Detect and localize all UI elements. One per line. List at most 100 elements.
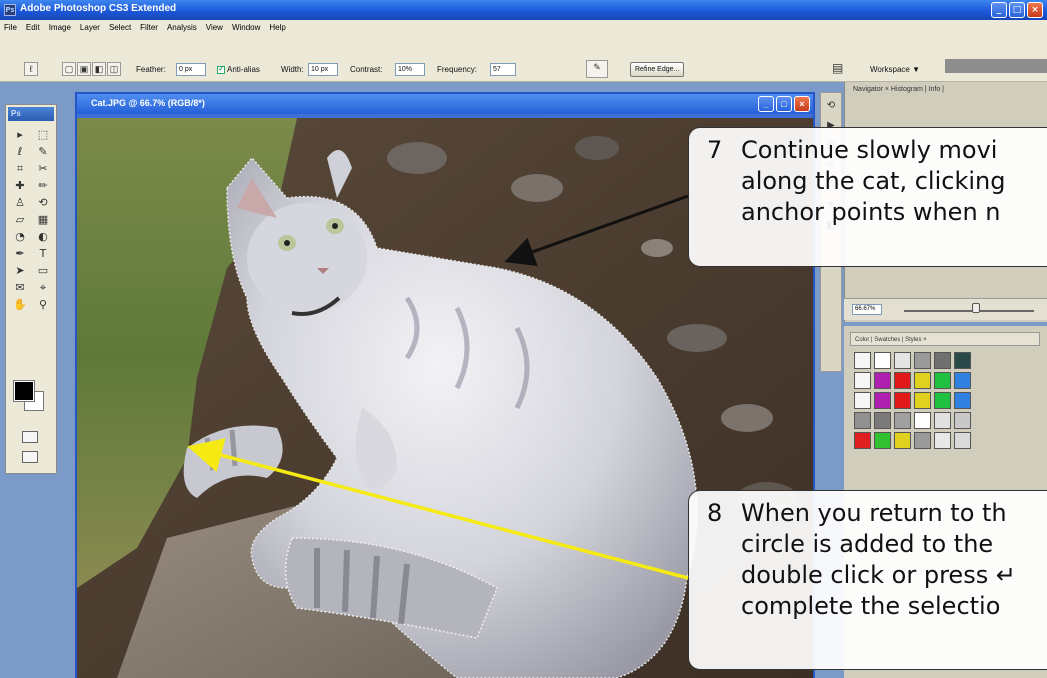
feather-input[interactable]: 0 px xyxy=(176,63,206,76)
menu-filter[interactable]: Filter xyxy=(140,20,158,35)
workspace-menu[interactable]: Workspace ▼ xyxy=(870,65,920,74)
refine-edge-button[interactable]: Refine Edge... xyxy=(630,62,685,77)
lasso-icon[interactable]: ℓ xyxy=(9,144,31,160)
history-brush-icon[interactable]: ⟲ xyxy=(32,195,54,211)
style-swatch[interactable] xyxy=(914,432,931,449)
shape-icon[interactable]: ▭ xyxy=(32,263,54,279)
style-swatch[interactable] xyxy=(914,372,931,389)
style-swatch[interactable] xyxy=(954,412,971,429)
photoshop-window: Ps Adobe Photoshop CS3 Extended _ □ × Fi… xyxy=(0,0,1047,678)
antialias-checkbox[interactable] xyxy=(217,64,225,74)
menu-view[interactable]: View xyxy=(206,20,223,35)
add-selection-icon[interactable]: ▣ xyxy=(77,62,91,76)
brush-icon[interactable]: ✏ xyxy=(32,178,54,194)
minimize-button[interactable]: _ xyxy=(991,2,1007,18)
style-swatch[interactable] xyxy=(874,372,891,389)
navigator-tabs[interactable]: Navigator × Histogram | Info | xyxy=(853,86,944,93)
style-swatch[interactable] xyxy=(854,352,871,369)
style-swatch[interactable] xyxy=(854,392,871,409)
doc-close-button[interactable]: × xyxy=(794,96,810,112)
feather-label: Feather: xyxy=(136,65,166,74)
antialias-option[interactable]: Anti-alias xyxy=(217,64,260,74)
doc-maximize-button[interactable]: □ xyxy=(776,96,792,112)
quick-select-icon[interactable]: ✎ xyxy=(32,144,54,160)
notes-icon[interactable]: ✉ xyxy=(9,280,31,296)
foreground-color-swatch[interactable] xyxy=(13,380,35,402)
style-swatch[interactable] xyxy=(854,412,871,429)
callout-step-7: 7 Continue slowly movi along the cat, cl… xyxy=(688,127,1047,267)
zoom-slider-thumb[interactable] xyxy=(972,303,980,313)
history-icon[interactable]: ⟲ xyxy=(824,99,838,113)
style-swatch[interactable] xyxy=(914,392,931,409)
move-icon[interactable]: ▸ xyxy=(9,127,31,143)
bridge-icon[interactable]: ▤ xyxy=(832,61,850,77)
style-swatch[interactable] xyxy=(874,432,891,449)
style-swatch[interactable] xyxy=(874,412,891,429)
style-swatch[interactable] xyxy=(894,372,911,389)
menu-window[interactable]: Window xyxy=(232,20,260,35)
zoom-input[interactable]: 66.67% xyxy=(852,304,882,315)
styles-tabs[interactable]: Color | Swatches | Styles × xyxy=(850,332,1040,346)
style-swatch[interactable] xyxy=(934,432,951,449)
style-swatch[interactable] xyxy=(894,392,911,409)
style-swatch[interactable] xyxy=(934,412,951,429)
style-swatch[interactable] xyxy=(894,352,911,369)
hand-icon[interactable]: ✋ xyxy=(9,297,31,313)
style-swatch[interactable] xyxy=(894,412,911,429)
magnetic-lasso-tool-preset-icon[interactable]: ℓ xyxy=(24,62,38,76)
style-swatch[interactable] xyxy=(954,392,971,409)
subtract-selection-icon[interactable]: ◧ xyxy=(92,62,106,76)
options-bar: ℓ ▢ ▣ ◧ ◫ Feather: 0 px Anti-alias Width… xyxy=(0,35,1047,82)
type-icon[interactable]: T xyxy=(32,246,54,262)
style-swatch[interactable] xyxy=(934,372,951,389)
width-input[interactable]: 10 px xyxy=(308,63,338,76)
new-selection-icon[interactable]: ▢ xyxy=(62,62,76,76)
close-button[interactable]: × xyxy=(1027,2,1043,18)
slice-icon[interactable]: ✂ xyxy=(32,161,54,177)
style-swatch[interactable] xyxy=(854,432,871,449)
blur-icon[interactable]: ◔ xyxy=(9,229,31,245)
menu-help[interactable]: Help xyxy=(269,20,285,35)
frequency-input[interactable]: 57 xyxy=(490,63,516,76)
app-title-bar: Ps Adobe Photoshop CS3 Extended _ □ × xyxy=(0,0,1047,20)
style-swatch[interactable] xyxy=(874,352,891,369)
style-swatch[interactable] xyxy=(894,432,911,449)
style-swatch[interactable] xyxy=(874,392,891,409)
pen-pressure-icon[interactable]: ✎ xyxy=(586,60,608,78)
marquee-icon[interactable]: ⬚ xyxy=(32,127,54,143)
eyedropper-icon[interactable]: ⌖ xyxy=(32,280,54,296)
style-swatch[interactable] xyxy=(954,372,971,389)
stamp-icon[interactable]: ♙ xyxy=(9,195,31,211)
style-swatch[interactable] xyxy=(954,352,971,369)
antialias-label: Anti-alias xyxy=(227,65,260,74)
doc-minimize-button[interactable]: _ xyxy=(758,96,774,112)
style-swatch[interactable] xyxy=(914,412,931,429)
style-swatch[interactable] xyxy=(954,432,971,449)
menu-analysis[interactable]: Analysis xyxy=(167,20,197,35)
intersect-selection-icon[interactable]: ◫ xyxy=(107,62,121,76)
menu-select[interactable]: Select xyxy=(109,20,131,35)
contrast-input[interactable]: 10% xyxy=(395,63,425,76)
menu-layer[interactable]: Layer xyxy=(80,20,100,35)
eraser-icon[interactable]: ▱ xyxy=(9,212,31,228)
style-swatch[interactable] xyxy=(934,392,951,409)
gradient-icon[interactable]: ▦ xyxy=(32,212,54,228)
quick-mask-icon[interactable] xyxy=(22,431,38,443)
pen-icon[interactable]: ✒ xyxy=(9,246,31,262)
healing-icon[interactable]: ✚ xyxy=(9,178,31,194)
ps-logo: Ps xyxy=(8,107,54,121)
menu-edit[interactable]: Edit xyxy=(26,20,40,35)
style-swatch[interactable] xyxy=(914,352,931,369)
crop-icon[interactable]: ⌗ xyxy=(9,161,31,177)
path-select-icon[interactable]: ➤ xyxy=(9,263,31,279)
menu-image[interactable]: Image xyxy=(49,20,71,35)
menu-file[interactable]: File xyxy=(4,20,17,35)
screen-mode-icon[interactable] xyxy=(22,451,38,463)
maximize-button[interactable]: □ xyxy=(1009,2,1025,18)
callout-line: complete the selectio xyxy=(741,592,1001,620)
zoom-icon[interactable]: ⚲ xyxy=(32,297,54,313)
zoom-slider-track[interactable] xyxy=(904,310,1034,312)
style-swatch[interactable] xyxy=(854,372,871,389)
dodge-icon[interactable]: ◐ xyxy=(32,229,54,245)
style-swatch[interactable] xyxy=(934,352,951,369)
